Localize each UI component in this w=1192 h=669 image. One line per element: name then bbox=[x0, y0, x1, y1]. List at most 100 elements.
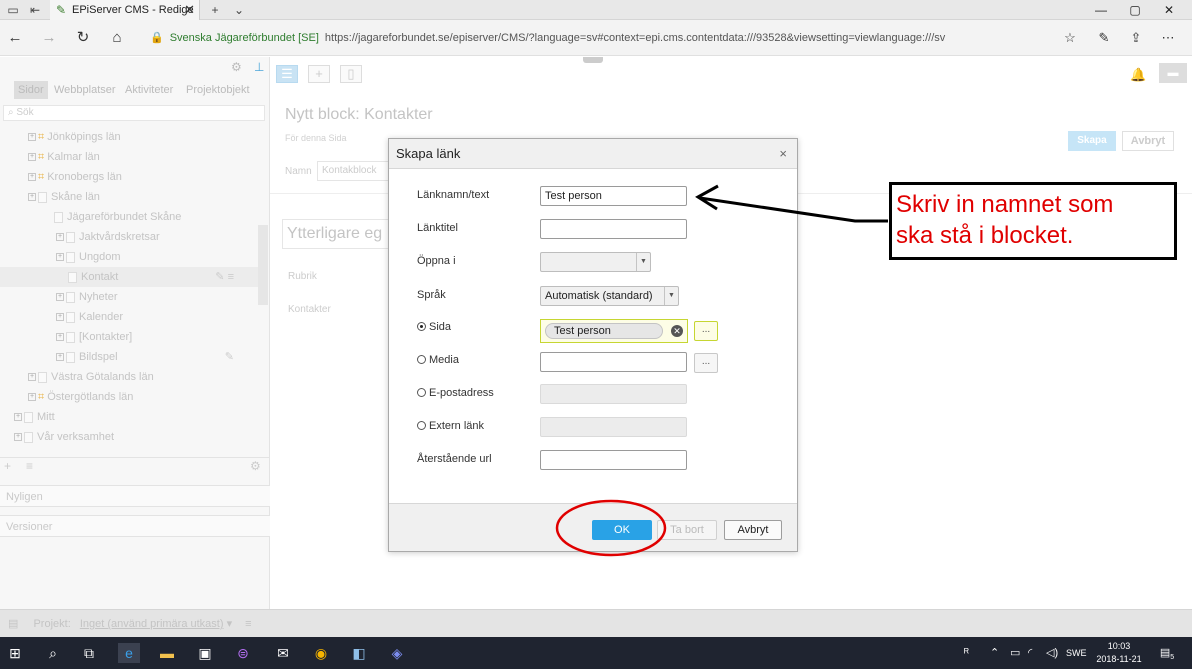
favorites-icon[interactable]: ☆ bbox=[1060, 29, 1080, 47]
tree-item[interactable]: + Vår verksamhet bbox=[0, 427, 262, 447]
browser-tab[interactable]: ✎ EPiServer CMS - Redige ✕ bbox=[50, 0, 200, 20]
ok-button[interactable]: OK bbox=[592, 520, 652, 540]
language-select[interactable]: Automatisk (standard) ▼ bbox=[540, 286, 679, 306]
tree-item[interactable]: + ⌗ Kalmar län bbox=[0, 147, 262, 167]
app-icon[interactable]: ⊜ bbox=[232, 643, 254, 663]
external-radio-row[interactable]: Extern länk bbox=[417, 420, 484, 432]
project-selector[interactable]: Inget (använd primära utkast) bbox=[80, 618, 224, 630]
expand-icon[interactable]: + bbox=[56, 233, 64, 242]
remaining-url-input[interactable] bbox=[540, 450, 687, 470]
url-field[interactable]: 🔒 Svenska Jägareförbundet [SE] https://jag… bbox=[150, 28, 945, 48]
tab-sidor[interactable]: Sidor bbox=[14, 81, 48, 99]
nyligen-panel[interactable]: Nyligen bbox=[0, 485, 270, 507]
show-hidden-icons-icon[interactable]: ⌃ bbox=[990, 645, 999, 661]
expand-icon[interactable]: + bbox=[56, 353, 64, 362]
volume-icon[interactable]: ◁) bbox=[1046, 645, 1058, 661]
remove-link-button[interactable]: Ta bort bbox=[657, 520, 717, 540]
tree-scrollbar[interactable] bbox=[258, 225, 268, 305]
tree-item[interactable]: + Nyheter bbox=[0, 287, 262, 307]
chrome-icon[interactable]: ◉ bbox=[310, 643, 332, 663]
tree-item[interactable]: + ⌗ Kronobergs län bbox=[0, 167, 262, 187]
expand-icon[interactable]: + bbox=[56, 253, 64, 262]
expand-icon[interactable]: + bbox=[56, 293, 64, 302]
add-page-icon[interactable]: + bbox=[4, 459, 11, 473]
media-radio-row[interactable]: Media bbox=[417, 354, 459, 366]
assets-pane-icon[interactable]: ▬ bbox=[1159, 63, 1187, 83]
tab-dropdown-icon[interactable]: ⌄ bbox=[230, 2, 248, 18]
cancel-create-button[interactable]: Avbryt bbox=[1122, 131, 1174, 151]
tab-close-icon[interactable]: ✕ bbox=[184, 2, 195, 18]
tree-item[interactable]: + ⌗ Jönköpings län bbox=[0, 127, 262, 147]
tree-item[interactable]: + Ungdom bbox=[0, 247, 262, 267]
media-radio[interactable] bbox=[417, 355, 426, 364]
create-button[interactable]: Skapa bbox=[1068, 131, 1116, 151]
versioner-panel[interactable]: Versioner bbox=[0, 515, 270, 537]
back-icon[interactable]: ← bbox=[4, 29, 26, 47]
tree-settings-icon[interactable]: ⚙ bbox=[250, 459, 261, 473]
project-dropdown-icon[interactable]: ▾ bbox=[227, 618, 233, 630]
new-tab-icon[interactable]: + bbox=[206, 2, 224, 18]
expand-icon[interactable]: + bbox=[28, 153, 36, 162]
email-radio-row[interactable]: E-postadress bbox=[417, 387, 494, 399]
browse-page-button[interactable]: ... bbox=[694, 321, 718, 341]
expand-icon[interactable]: + bbox=[56, 313, 64, 322]
wifi-icon[interactable]: ◜ bbox=[1028, 645, 1032, 661]
browse-media-button[interactable]: ... bbox=[694, 353, 718, 373]
tab-list-icon[interactable]: ▭ bbox=[4, 2, 22, 18]
tree-item[interactable]: Jägareförbundet Skåne bbox=[0, 207, 262, 227]
clock[interactable]: 10:03 2018-11-21 bbox=[1094, 640, 1144, 666]
pane-settings-icon[interactable]: ⚙ bbox=[231, 60, 242, 74]
expand-icon[interactable]: + bbox=[28, 193, 36, 202]
page-radio-row[interactable]: Sida bbox=[417, 321, 451, 333]
more-icon[interactable]: ⋯ bbox=[1158, 29, 1178, 47]
forward-icon[interactable]: → bbox=[38, 29, 60, 47]
page-radio[interactable] bbox=[417, 322, 426, 331]
notification-bell-icon[interactable]: 🔔 bbox=[1130, 67, 1146, 83]
tab-aktiviteter[interactable]: Aktiviteter bbox=[125, 81, 173, 99]
notes-app-icon[interactable]: ◧ bbox=[348, 643, 370, 663]
expand-icon[interactable]: + bbox=[28, 173, 36, 182]
set-aside-tabs-icon[interactable]: ⇤ bbox=[26, 2, 44, 18]
notes-icon[interactable]: ✎ bbox=[1094, 29, 1114, 47]
expand-icon[interactable]: + bbox=[28, 133, 36, 142]
refresh-icon[interactable]: ↻ bbox=[72, 29, 94, 47]
dialog-close-icon[interactable]: × bbox=[779, 146, 787, 161]
clear-page-icon[interactable]: ✕ bbox=[671, 325, 683, 337]
toggle-pane-icon[interactable]: ☰ bbox=[276, 65, 298, 83]
expand-icon[interactable]: + bbox=[56, 333, 64, 342]
file-explorer-icon[interactable]: ▬ bbox=[156, 643, 178, 663]
project-menu-icon[interactable]: ≡ bbox=[245, 618, 251, 630]
store-icon[interactable]: ▣ bbox=[194, 643, 216, 663]
link-name-input[interactable]: Test person bbox=[540, 186, 687, 206]
tree-item[interactable]: + Skåne län bbox=[0, 187, 262, 207]
tree-item[interactable]: + Mitt bbox=[0, 407, 262, 427]
tab-webbplatser[interactable]: Webbplatser bbox=[54, 81, 116, 99]
mail-icon[interactable]: ✉ bbox=[272, 643, 294, 663]
battery-icon[interactable]: ▭ bbox=[1010, 645, 1020, 661]
edge-browser-icon[interactable]: e bbox=[118, 643, 140, 663]
edit-icon[interactable]: ✎ bbox=[225, 347, 234, 367]
tree-item[interactable]: + Bildspel ✎ bbox=[0, 347, 262, 367]
tree-item[interactable]: + Jaktvårdskretsar bbox=[0, 227, 262, 247]
pin-icon[interactable]: ⊥ bbox=[254, 60, 264, 74]
media-input[interactable] bbox=[540, 352, 687, 372]
tree-item[interactable]: + ⌗ Östergötlands län bbox=[0, 387, 262, 407]
page-selector[interactable]: Test person ✕ bbox=[540, 319, 688, 343]
add-content-icon[interactable]: + bbox=[308, 65, 330, 83]
window-close-icon[interactable]: ✕ bbox=[1154, 2, 1184, 18]
task-view-icon[interactable]: ⧉ bbox=[78, 643, 100, 663]
action-center-icon[interactable]: ▤5 bbox=[1158, 645, 1176, 666]
expand-icon[interactable]: + bbox=[28, 373, 36, 382]
app-icon[interactable]: ◈ bbox=[386, 643, 408, 663]
input-language[interactable]: SWE bbox=[1066, 645, 1087, 661]
device-preview-icon[interactable]: ▯ bbox=[340, 65, 362, 83]
email-radio[interactable] bbox=[417, 388, 426, 397]
tree-item[interactable]: Kontakt ✎ ≡ bbox=[0, 267, 262, 287]
cancel-button[interactable]: Avbryt bbox=[724, 520, 782, 540]
edit-icon[interactable]: ✎ ≡ bbox=[215, 267, 234, 287]
page-tree-search[interactable]: ⌕ Sök bbox=[3, 105, 265, 121]
tree-item[interactable]: + Kalender bbox=[0, 307, 262, 327]
minimize-icon[interactable]: — bbox=[1086, 2, 1116, 18]
search-icon[interactable]: ⌕ bbox=[42, 643, 64, 663]
tab-projektobjekt[interactable]: Projektobjekt bbox=[186, 81, 250, 99]
